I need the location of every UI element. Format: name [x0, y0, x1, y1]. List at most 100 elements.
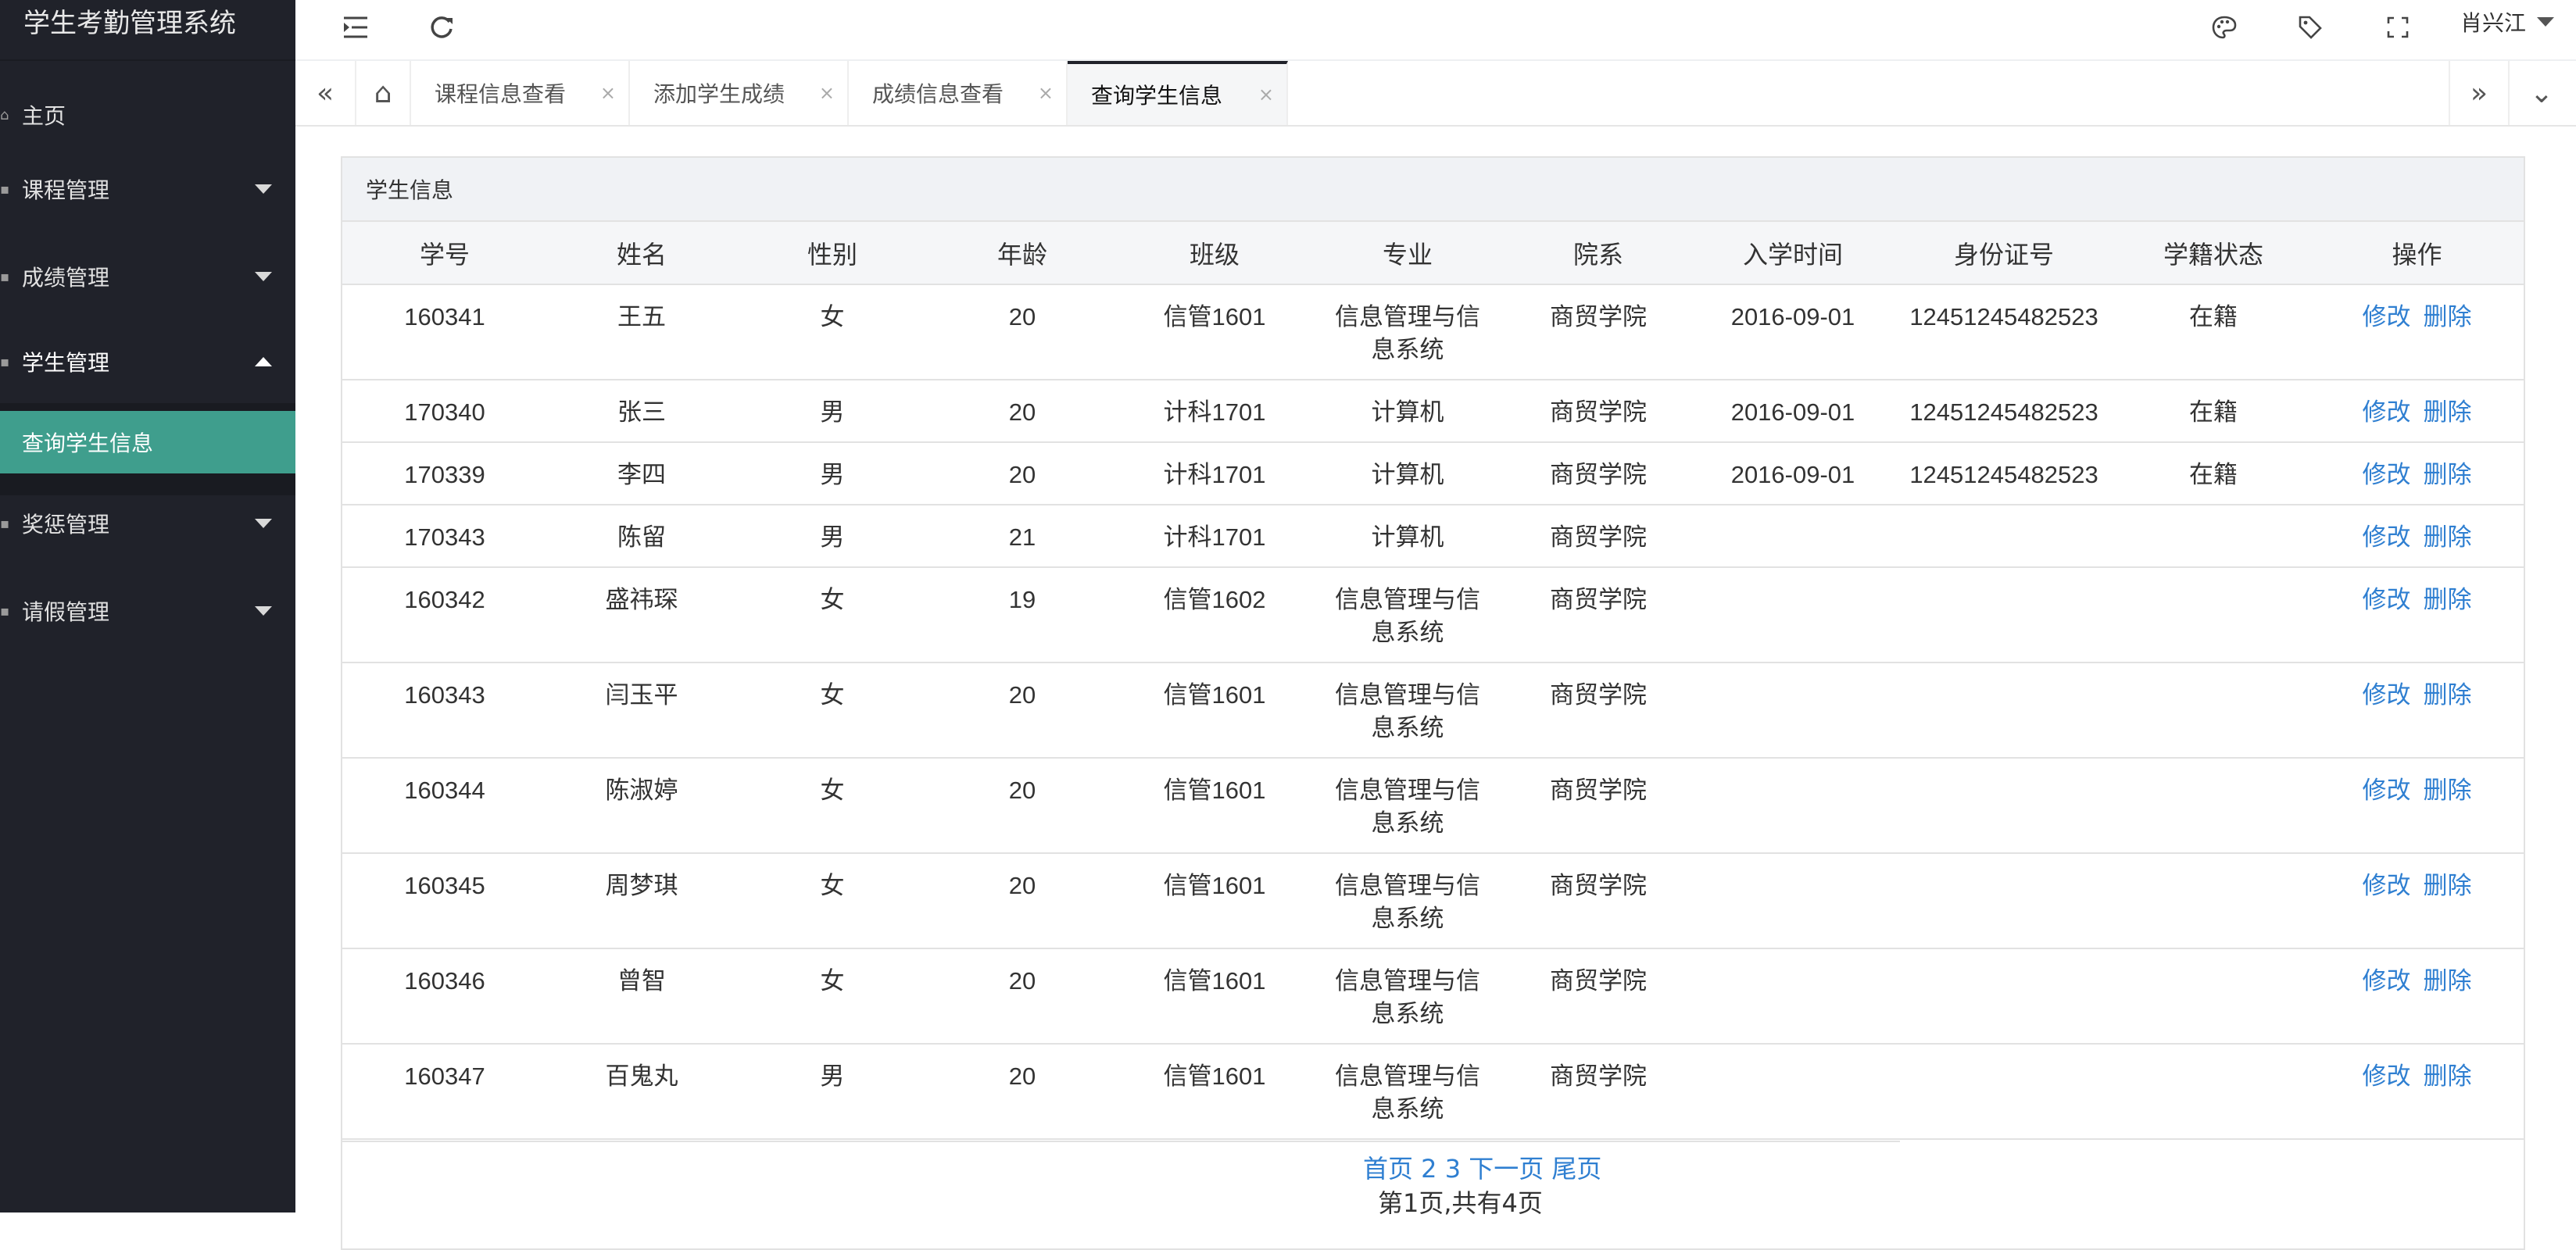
- delete-link[interactable]: 删除: [2424, 681, 2472, 709]
- delete-link[interactable]: 删除: [2424, 1062, 2472, 1090]
- edit-link[interactable]: 修改: [2363, 872, 2411, 899]
- tab-query-students[interactable]: 查询学生信息 ×: [1068, 61, 1288, 125]
- edit-link[interactable]: 修改: [2363, 523, 2411, 551]
- sidebar-item-course[interactable]: ▪ 课程管理: [0, 145, 295, 233]
- table-row: 170340 张三男 20 计科1701 计算机 商贸学院 2016-09-01 124512…: [342, 380, 2524, 443]
- sidebar-item-grades[interactable]: ▪ 成绩管理: [0, 233, 295, 320]
- cell-enroll: 2016-09-01: [1694, 380, 1891, 443]
- close-icon[interactable]: ×: [600, 82, 616, 104]
- tabs-menu-chevron-icon[interactable]: ⌄: [2511, 61, 2572, 125]
- delete-link[interactable]: 删除: [2424, 398, 2472, 426]
- cell-sex: 男: [736, 380, 928, 443]
- chevron-down-icon: [255, 519, 272, 528]
- tab-add-grades[interactable]: 添加学生成绩 ×: [630, 61, 849, 125]
- delete-link[interactable]: 删除: [2424, 586, 2472, 613]
- cell-class: 信管1601: [1116, 758, 1313, 854]
- student-info-panel: 学生信息 学号 姓名 性别 年龄 班级 专业 院系 入学时间 身份证号 学籍状态…: [341, 156, 2525, 1250]
- cell-idcard: 12451245482523: [1891, 284, 2116, 380]
- cell-major-line: 息系统: [1371, 1000, 1444, 1027]
- chevron-down-icon: [2537, 17, 2554, 27]
- edit-link[interactable]: 修改: [2363, 303, 2411, 330]
- close-icon[interactable]: ×: [1258, 84, 1274, 105]
- cell-status: [2116, 662, 2310, 759]
- delete-link[interactable]: 删除: [2424, 777, 2472, 804]
- chevron-up-icon: [255, 357, 272, 366]
- fullscreen-icon[interactable]: [2378, 8, 2417, 47]
- cell-id: 160343: [342, 662, 547, 759]
- edit-link[interactable]: 修改: [2363, 461, 2411, 488]
- cell-actions: 修改 删除: [2310, 442, 2524, 505]
- delete-link[interactable]: 删除: [2424, 872, 2472, 899]
- close-icon[interactable]: ×: [819, 82, 835, 104]
- cell-major-line: 信息管理与信: [1335, 872, 1480, 899]
- delete-link[interactable]: 删除: [2424, 967, 2472, 995]
- home-icon: ⌂: [0, 106, 9, 123]
- cell-major: 信息管理与信 息系统: [1313, 1044, 1502, 1140]
- cell-actions: 修改 删除: [2310, 284, 2524, 380]
- edit-link[interactable]: 修改: [2363, 398, 2411, 426]
- delete-link[interactable]: 删除: [2424, 461, 2472, 488]
- sidebar-item-home[interactable]: ⌂ 主页: [0, 84, 295, 145]
- table-row: 170339 李四男 20 计科1701 计算机 商贸学院 2016-09-01 124512…: [342, 442, 2524, 505]
- user-menu[interactable]: 肖兴江: [2460, 6, 2554, 38]
- delete-link[interactable]: 删除: [2424, 303, 2472, 330]
- cell-class: 计科1701: [1116, 505, 1313, 568]
- cell-major-line: 信息管理与信: [1335, 777, 1480, 804]
- edit-link[interactable]: 修改: [2363, 1062, 2411, 1090]
- tab-grade-info[interactable]: 成绩信息查看 ×: [849, 61, 1068, 125]
- edit-link[interactable]: 修改: [2363, 777, 2411, 804]
- cell-major: 计算机: [1313, 442, 1502, 505]
- sidebar-subitem-query-students[interactable]: 查询学生信息: [0, 411, 295, 473]
- close-icon[interactable]: ×: [1038, 82, 1054, 104]
- top-bar: 肖兴江: [295, 0, 2576, 61]
- tabs-scroll-left-icon[interactable]: «: [295, 61, 356, 125]
- cell-major-line: 信息管理与信: [1335, 1062, 1480, 1090]
- rewards-icon: ▪: [0, 515, 10, 532]
- cell-age: 20: [928, 1044, 1116, 1140]
- edit-link[interactable]: 修改: [2363, 681, 2411, 709]
- tag-icon[interactable]: [2291, 8, 2330, 47]
- sidebar-item-leave[interactable]: ▪ 请假管理: [0, 567, 295, 655]
- cell-name: 曾智: [547, 948, 736, 1045]
- cell-age: 19: [928, 567, 1116, 663]
- cell-sex: 女: [736, 758, 928, 854]
- cell-major-line: 信息管理与信: [1335, 303, 1480, 330]
- edit-link[interactable]: 修改: [2363, 967, 2411, 995]
- cell-status: [2116, 505, 2310, 568]
- collapse-menu-icon[interactable]: [336, 8, 375, 47]
- cell-class: 信管1601: [1116, 1044, 1313, 1140]
- home-tab-icon[interactable]: ⌂: [356, 61, 411, 125]
- cell-id: 160347: [342, 1044, 547, 1140]
- cell-name: 周梦琪: [547, 853, 736, 949]
- sidebar-item-students[interactable]: ▪ 学生管理: [0, 320, 295, 403]
- column-header: 班级: [1116, 222, 1313, 285]
- cell-dept: 商贸学院: [1502, 662, 1694, 759]
- cell-major-line: 息系统: [1371, 714, 1444, 741]
- theme-palette-icon[interactable]: [2205, 8, 2244, 47]
- pagination-links[interactable]: 首页 2 3 下一页 尾页: [1160, 1152, 2524, 1186]
- cell-major-line: 信息管理与信: [1335, 681, 1480, 709]
- cell-class: 信管1601: [1116, 853, 1313, 949]
- cell-id: 170339: [342, 442, 547, 505]
- sidebar-item-label: 请假管理: [22, 599, 110, 625]
- cell-enroll: [1694, 662, 1891, 759]
- cell-age: 20: [928, 442, 1116, 505]
- cell-dept: 商贸学院: [1502, 284, 1694, 380]
- tab-course-info[interactable]: 课程信息查看 ×: [411, 61, 630, 125]
- edit-link[interactable]: 修改: [2363, 586, 2411, 613]
- cell-name: 百鬼丸: [547, 1044, 736, 1140]
- delete-link[interactable]: 删除: [2424, 523, 2472, 551]
- column-header: 姓名: [547, 222, 736, 285]
- cell-major: 信息管理与信 息系统: [1313, 948, 1502, 1045]
- chevron-down-icon: [255, 606, 272, 616]
- leave-icon: ▪: [0, 602, 10, 620]
- sidebar-item-rewards[interactable]: ▪ 奖惩管理: [0, 480, 295, 567]
- cell-status: [2116, 948, 2310, 1045]
- cell-idcard: 12451245482523: [1891, 380, 2116, 443]
- refresh-icon[interactable]: [422, 8, 461, 47]
- cell-class: 信管1601: [1116, 284, 1313, 380]
- sidebar-item-label: 成绩管理: [22, 265, 110, 291]
- tabs-scroll-right-icon[interactable]: »: [2449, 61, 2510, 125]
- cell-id: 170343: [342, 505, 547, 568]
- cell-major-line: 息系统: [1371, 905, 1444, 932]
